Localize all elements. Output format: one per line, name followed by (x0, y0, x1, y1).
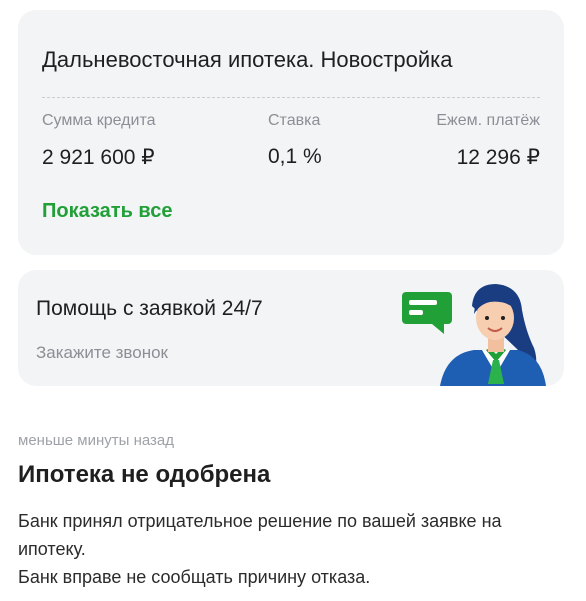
monthly-payment-label: Ежем. платёж (436, 112, 540, 129)
notification: меньше минуты назад Ипотека не одобрена … (18, 432, 574, 591)
show-all-link[interactable]: Показать все (42, 200, 172, 223)
chat-bubble-icon (402, 292, 452, 334)
mortgage-card[interactable]: Дальневосточная ипотека. Новостройка Сум… (18, 10, 564, 255)
loan-amount-stat: Сумма кредита 2 921 600 ₽ (42, 112, 155, 170)
help-title: Помощь с заявкой 24/7 (36, 297, 263, 320)
notification-time: меньше минуты назад (18, 432, 175, 449)
support-agent-illustration (402, 284, 546, 386)
monthly-payment-stat: Ежем. платёж 12 296 ₽ (436, 112, 540, 170)
help-card[interactable]: Помощь с заявкой 24/7 Закажите звонок (18, 270, 564, 386)
rate-stat: Ставка 0,1 % (268, 112, 322, 169)
rate-value: 0,1 % (268, 145, 322, 168)
dotted-divider (42, 97, 540, 98)
loan-amount-value: 2 921 600 ₽ (42, 146, 155, 169)
rate-label: Ставка (268, 112, 321, 129)
mortgage-title: Дальневосточная ипотека. Новостройка (42, 47, 453, 72)
loan-amount-label: Сумма кредита (42, 112, 156, 129)
notification-body: Банк принял отрицательное решение по ваш… (18, 507, 574, 591)
monthly-payment-value: 12 296 ₽ (456, 146, 540, 169)
notification-line-2: Банк вправе не сообщать причину отказа. (18, 567, 371, 587)
notification-line-1: Банк принял отрицательное решение по ваш… (18, 511, 502, 559)
request-call-link[interactable]: Закажите звонок (36, 343, 168, 363)
notification-title: Ипотека не одобрена (18, 461, 271, 488)
